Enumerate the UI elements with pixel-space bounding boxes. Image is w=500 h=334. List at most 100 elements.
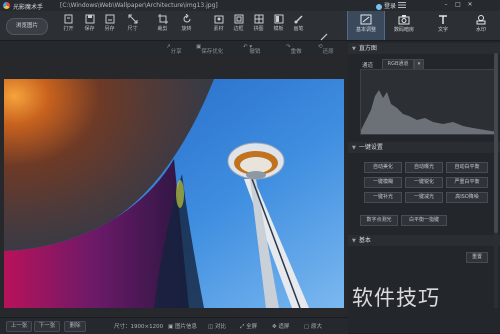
photo-canvas[interactable] <box>4 79 344 308</box>
save-as-icon <box>105 14 114 24</box>
canvas-area <box>0 55 348 317</box>
resize-icon <box>128 14 137 24</box>
window-controls: – □ ✕ <box>440 1 476 8</box>
auto-beautify-button[interactable]: 自动美化 <box>364 162 402 173</box>
compare-button[interactable]: ◫ 对比 <box>208 322 226 330</box>
app-name: 光影魔术手 <box>13 4 44 11</box>
toolbar-material-label: 素材 <box>213 26 224 32</box>
brush-icon <box>294 15 303 24</box>
panel-scrollbar[interactable] <box>494 53 498 308</box>
toolbar-rotate-label: 旋转 <box>181 26 192 32</box>
toolbar-frame[interactable]: 边框 <box>229 12 248 39</box>
strict-white-balance-button[interactable]: 严重白平衡 <box>446 177 488 188</box>
toolbar-open-label: 打开 <box>63 26 74 32</box>
next-image-button[interactable]: 下一张 <box>34 321 60 332</box>
redo-button[interactable]: ↷ 重做 <box>286 44 302 55</box>
toolbar-frame-label: 边框 <box>233 26 244 32</box>
watermark-overlay-text: 软件技巧 <box>352 286 440 310</box>
watermark-icon <box>476 15 486 25</box>
login-button[interactable]: 登录 <box>376 1 396 10</box>
scrollbar-thumb[interactable] <box>494 53 498 233</box>
toolbar-resize[interactable]: 尺寸 <box>123 12 142 39</box>
template-icon <box>274 14 283 24</box>
menu-icon[interactable] <box>398 2 406 8</box>
fullscreen-label: 全屏 <box>246 324 258 330</box>
oneclick-sharpen-button[interactable]: 一键锐化 <box>405 177 443 188</box>
toolbar-open[interactable]: 打开 <box>59 12 78 39</box>
image-info-button[interactable]: ▣ 图片信息 <box>168 322 197 330</box>
image-size: 尺寸：1900×1200 <box>114 324 164 330</box>
basic-header[interactable]: ▼ 基本 <box>348 235 500 246</box>
redo-label: 重做 <box>290 49 302 55</box>
tab-basic-adjust[interactable]: 基本调整 <box>347 11 385 40</box>
basic-title: 基本 <box>358 237 371 244</box>
save-for-web-label: 保存优化 <box>201 49 224 55</box>
toolbar-save-as[interactable]: 另存 <box>100 12 119 39</box>
tab-darkroom[interactable]: 数码暗房 <box>386 11 422 40</box>
tab-darkroom-label: 数码暗房 <box>393 27 414 33</box>
high-iso-denoise-button[interactable]: 高ISO降噪 <box>446 192 488 203</box>
delete-button[interactable]: 删除 <box>64 321 86 332</box>
oneclick-title: 一键设置 <box>358 144 383 151</box>
toolbar-save-label: 保存 <box>84 26 95 32</box>
save-for-web-button[interactable]: ▣ 保存优化 <box>196 44 223 55</box>
collapse-arrow-icon: ▼ <box>352 238 356 244</box>
tab-text[interactable]: 文字 <box>425 11 461 40</box>
login-label: 登录 <box>384 3 397 10</box>
oneclick-fill-light-button[interactable]: 一键补光 <box>364 192 402 203</box>
image-info-label: 图片信息 <box>174 324 197 330</box>
original-size-label: 原大 <box>310 324 322 330</box>
material-icon <box>214 15 223 24</box>
toolbar-brush[interactable]: 画笔 <box>289 12 308 39</box>
user-icon <box>376 3 382 10</box>
tab-text-label: 文字 <box>437 27 448 33</box>
white-balance-picker-button[interactable]: 白平衡一指键 <box>401 215 447 226</box>
toolbar-crop-label: 裁剪 <box>157 26 168 32</box>
right-panel: ▼ 直方图 通道 RGB通道 ▾ ▼ 一键设置 自动美化 自动曝光 自动白平衡 一键… <box>348 41 500 317</box>
reset-button[interactable]: 重置 <box>466 252 488 263</box>
collapse-arrow-icon: ▼ <box>352 46 356 52</box>
maximize-button[interactable]: □ <box>452 1 464 8</box>
toolbar-save[interactable]: 保存 <box>80 12 99 39</box>
toolbar-material[interactable]: 素材 <box>209 12 228 39</box>
toolbar-crop[interactable]: 裁剪 <box>153 12 172 39</box>
auto-white-balance-button[interactable]: 自动白平衡 <box>446 162 488 173</box>
browse-images-button[interactable]: 浏览图片 <box>6 18 48 35</box>
frame-icon <box>234 14 243 24</box>
collapse-arrow-icon: ▼ <box>352 145 356 151</box>
fit-screen-label: 适屏 <box>278 324 290 330</box>
oneclick-header[interactable]: ▼ 一键设置 <box>348 142 500 153</box>
undo-button[interactable]: ↶ 撤销 ▾ <box>243 44 260 55</box>
compare-label: 对比 <box>214 324 226 330</box>
close-button[interactable]: ✕ <box>464 1 476 8</box>
toolbar-collage[interactable]: 拼图 <box>249 12 268 39</box>
tab-watermark[interactable]: 水印 <box>463 11 499 40</box>
toolbar-template[interactable]: 模板 <box>269 12 288 39</box>
restore-button[interactable]: ⟲ 还原 <box>318 44 334 55</box>
toolbar-resize-label: 尺寸 <box>127 26 138 32</box>
title-bar: 光影魔术手 [C:\Windows\Web\Wallpaper\Architec… <box>0 0 500 11</box>
crop-icon <box>157 14 168 24</box>
previous-image-button[interactable]: 上一张 <box>6 321 32 332</box>
adjust-icon <box>360 14 372 25</box>
collage-icon <box>254 14 263 24</box>
spot-metering-button[interactable]: 数字点测光 <box>360 215 398 226</box>
minimize-button[interactable]: – <box>440 1 452 8</box>
oneclick-blur-button[interactable]: 一键模糊 <box>364 177 402 188</box>
fullscreen-button[interactable]: ⤢ 全屏 <box>240 322 257 331</box>
auto-exposure-button[interactable]: 自动曝光 <box>405 162 443 173</box>
toolbar-rotate[interactable]: 旋转 <box>177 12 196 39</box>
toolbar-collage-label: 拼图 <box>253 26 264 32</box>
toolbar-template-label: 模板 <box>273 26 284 32</box>
status-bar: 上一张 下一张 删除 尺寸：1900×1200 ▣ 图片信息 ◫ 对比 ⤢ 全屏… <box>0 317 348 334</box>
fit-screen-button[interactable]: ✥ 适屏 <box>272 322 289 330</box>
share-button[interactable]: ↗ 分享 <box>166 44 182 55</box>
save-icon <box>85 14 94 24</box>
original-size-button[interactable]: ▢ 原大 <box>304 322 322 330</box>
oneclick-reduce-light-button[interactable]: 一键减光 <box>405 192 443 203</box>
secondary-toolbar: ↗ 分享 ▣ 保存优化 ↶ 撤销 ▾ ↷ 重做 ⟲ 还原 <box>0 41 348 55</box>
toolbar-save-as-label: 另存 <box>104 26 115 32</box>
toolbar-brush-label: 画笔 <box>293 26 304 32</box>
restore-label: 还原 <box>322 49 334 55</box>
histogram-header[interactable]: ▼ 直方图 <box>348 43 500 54</box>
